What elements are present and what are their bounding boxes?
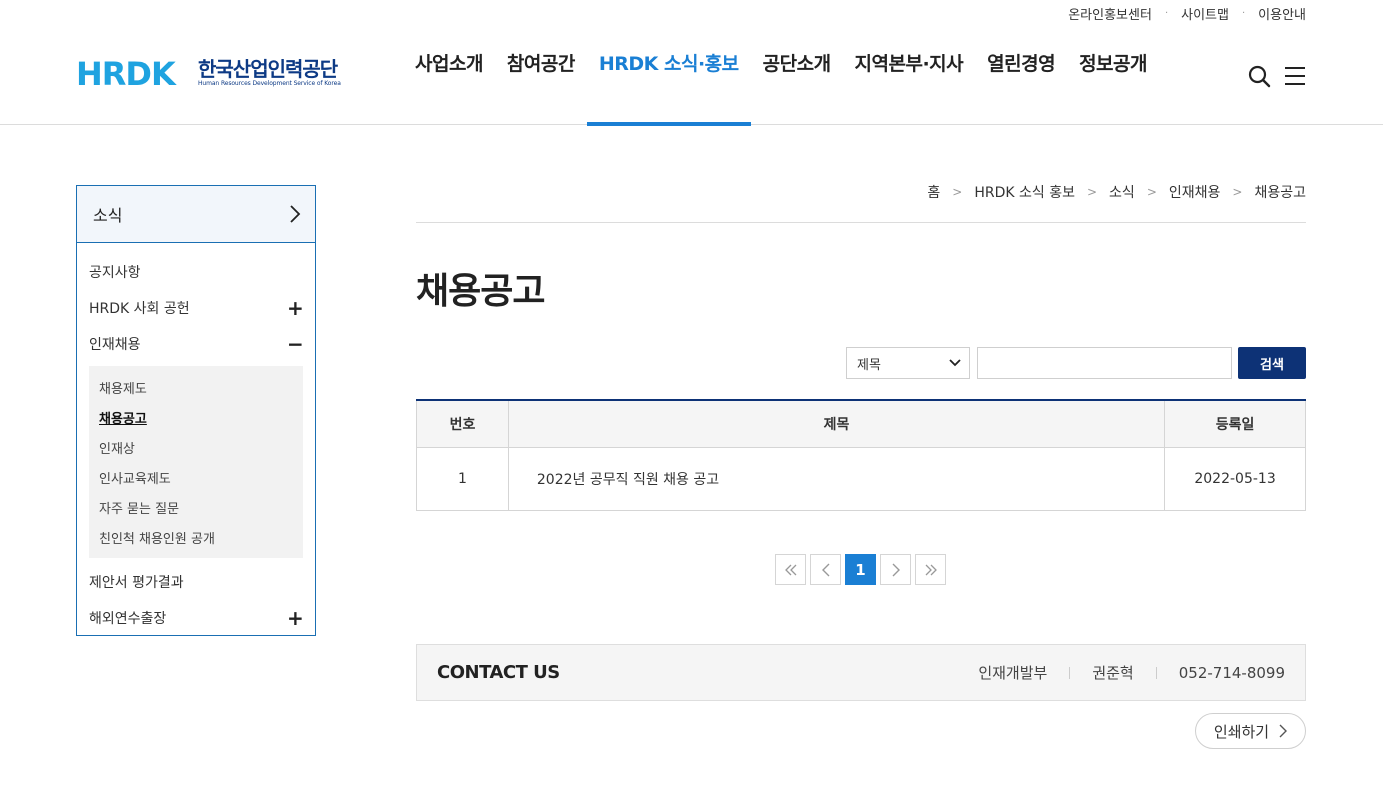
breadcrumb-item[interactable]: 인재채용 (1169, 182, 1221, 202)
plus-icon: + (287, 606, 304, 630)
contact-phone: 052-714-8099 (1178, 663, 1285, 682)
page-button-current[interactable]: 1 (845, 554, 876, 585)
search-icon[interactable] (1247, 64, 1271, 88)
main-nav-business[interactable]: 사업소개 (403, 0, 495, 125)
breadcrumb-item[interactable]: HRDK 소식 홍보 (974, 182, 1075, 202)
chevron-right-icon: > (952, 185, 963, 199)
main-nav-about[interactable]: 공단소개 (751, 0, 843, 125)
chevron-right-icon: > (1146, 185, 1157, 199)
column-header-date: 등록일 (1164, 400, 1306, 448)
double-chevron-right-icon (925, 564, 937, 575)
side-nav-item-recruitment[interactable]: 인재채용 − (89, 326, 304, 362)
side-nav-sub-talent[interactable]: 인재상 (99, 432, 293, 462)
main-nav-participation[interactable]: 참여공간 (495, 0, 587, 125)
breadcrumb-home[interactable]: 홈 (927, 182, 940, 202)
breadcrumb-current: 채용공고 (1254, 185, 1306, 201)
table-header-row: 번호 제목 등록일 (416, 400, 1306, 448)
hrdk-logo-icon: HRDK (76, 58, 178, 88)
breadcrumb-divider (416, 222, 1306, 223)
side-nav-sub-hr-education[interactable]: 인사교육제도 (99, 462, 293, 492)
print-button[interactable]: 인쇄하기 (1195, 713, 1306, 749)
chevron-right-icon (290, 205, 301, 223)
side-nav-header[interactable]: 소식 (77, 186, 315, 243)
logo-text: 한국산업인력공단 Human Resources Development Ser… (198, 58, 341, 88)
search-bar: 제목 검색 (846, 347, 1306, 379)
menu-icon[interactable] (1283, 64, 1307, 88)
prev-page-button[interactable] (810, 554, 841, 585)
logo-name-en: Human Resources Development Service of K… (198, 80, 341, 87)
main-nav: 사업소개 참여공간 HRDK 소식·홍보 공단소개 지역본부·지사 열린경영 정… (403, 0, 1159, 126)
chevron-down-icon (949, 359, 961, 367)
side-nav-title: 소식 (93, 206, 123, 225)
row-number: 1 (416, 447, 509, 511)
side-nav-item-notice[interactable]: 공지사항 (89, 254, 303, 290)
contact-box: CONTACT US 인재개발부 권준혁 052-714-8099 (416, 644, 1306, 701)
side-nav-submenu: 채용제도 채용공고 인재상 인사교육제도 자주 묻는 질문 친인척 채용인원 공… (89, 366, 303, 558)
breadcrumb: 홈 > HRDK 소식 홍보 > 소식 > 인재채용 > 채용공고 (927, 182, 1306, 202)
site-logo[interactable]: HRDK 한국산업인력공단 Human Resources Developmen… (76, 58, 341, 88)
side-nav-item-label: 해외연수출장 (89, 611, 167, 627)
side-nav: 소식 공지사항 HRDK 사회 공헌 + 인재채용 − 채용제도 채용공고 인재… (76, 185, 316, 636)
side-nav-item-social-contribution[interactable]: HRDK 사회 공헌 + (89, 290, 304, 326)
search-button[interactable]: 검색 (1238, 347, 1306, 379)
main-nav-disclosure[interactable]: 정보공개 (1067, 0, 1159, 125)
side-nav-sub-faq[interactable]: 자주 묻는 질문 (99, 492, 293, 522)
chevron-right-icon (1279, 724, 1288, 738)
column-header-title: 제목 (507, 400, 1165, 448)
side-nav-item-label: 제안서 평가결과 (89, 575, 184, 591)
side-nav-item-label: HRDK 사회 공헌 (89, 301, 190, 317)
table-row: 1 2022년 공무직 직원 채용 공고 2022-05-13 (416, 447, 1306, 511)
main-nav-regional[interactable]: 지역본부·지사 (843, 0, 976, 125)
search-field-select-value: 제목 (857, 357, 881, 373)
chevron-left-icon (821, 563, 829, 576)
next-page-button[interactable] (880, 554, 911, 585)
search-input[interactable] (977, 347, 1232, 379)
column-header-number: 번호 (416, 400, 509, 448)
row-title-link[interactable]: 2022년 공무직 직원 채용 공고 (507, 447, 1165, 511)
contact-divider (1069, 666, 1071, 679)
contact-department: 인재개발부 (978, 664, 1048, 682)
minus-icon: − (287, 332, 304, 356)
contact-person: 권준혁 (1092, 664, 1134, 682)
main-nav-open-management[interactable]: 열린경영 (975, 0, 1067, 125)
side-nav-sub-job-postings[interactable]: 채용공고 (99, 402, 293, 432)
side-nav-sub-relatives-disclosure[interactable]: 친인척 채용인원 공개 (99, 522, 293, 552)
job-postings-table: 번호 제목 등록일 1 2022년 공무직 직원 채용 공고 2022-05-1… (416, 399, 1306, 511)
contact-info: 인재개발부 권준혁 052-714-8099 (978, 662, 1285, 683)
svg-text:HRDK: HRDK (76, 58, 177, 88)
logo-name-ko: 한국산업인력공단 (198, 57, 338, 81)
side-nav-list: 공지사항 HRDK 사회 공헌 + 인재채용 − 채용제도 채용공고 인재상 인… (77, 243, 315, 636)
double-chevron-left-icon (784, 564, 796, 575)
chevron-right-icon: > (1232, 185, 1243, 199)
header-tools (1247, 64, 1307, 88)
side-nav-sub-hiring-system[interactable]: 채용제도 (99, 372, 293, 402)
site-header: HRDK 한국산업인력공단 Human Resources Developmen… (0, 0, 1383, 126)
side-nav-item-label: 인재채용 (89, 337, 141, 353)
side-nav-item-label: 공지사항 (89, 265, 141, 281)
chevron-right-icon: > (1086, 185, 1098, 199)
first-page-button[interactable] (775, 554, 806, 585)
last-page-button[interactable] (915, 554, 946, 585)
print-button-label: 인쇄하기 (1213, 722, 1270, 741)
side-nav-item-proposal-results[interactable]: 제안서 평가결과 (89, 564, 303, 600)
plus-icon: + (287, 296, 304, 320)
chevron-right-icon (892, 563, 900, 576)
page-title: 채용공고 (416, 271, 545, 312)
search-field-select[interactable]: 제목 (846, 347, 970, 379)
main-nav-news[interactable]: HRDK 소식·홍보 (586, 0, 751, 126)
row-date: 2022-05-13 (1164, 447, 1306, 511)
side-nav-item-overseas-training[interactable]: 해외연수출장 + (89, 600, 304, 636)
contact-label: CONTACT US (437, 662, 560, 683)
contact-divider (1155, 666, 1157, 679)
pagination: 1 (775, 554, 950, 585)
breadcrumb-item[interactable]: 소식 (1109, 182, 1135, 202)
